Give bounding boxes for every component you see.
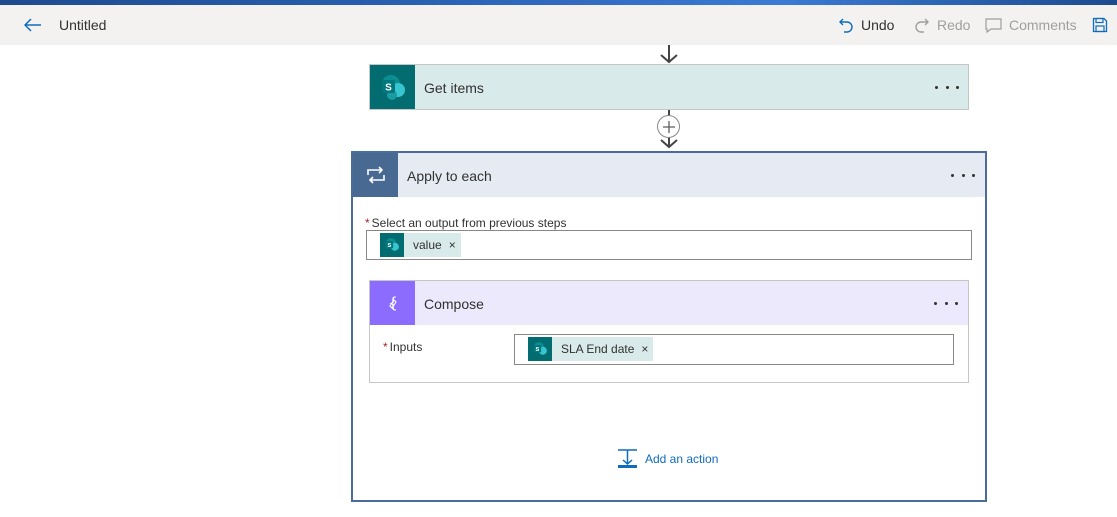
sharepoint-icon: S	[528, 337, 552, 361]
select-output-label: * Select an output from previous steps	[365, 216, 567, 230]
sla-end-date-token[interactable]: S SLA End date ×	[528, 337, 654, 361]
redo-button[interactable]: Redo	[914, 15, 970, 35]
comments-button[interactable]: Comments	[985, 15, 1077, 35]
insert-step-button[interactable]	[657, 115, 680, 138]
inputs-field[interactable]: S SLA End date ×	[514, 334, 954, 365]
redo-icon	[915, 18, 929, 33]
remove-token-icon[interactable]: ×	[449, 238, 456, 252]
back-button[interactable]	[22, 15, 44, 35]
svg-text:{: {	[388, 294, 398, 312]
value-token[interactable]: S value ×	[380, 233, 461, 257]
remove-token-icon[interactable]: ×	[641, 342, 648, 356]
comments-label: Comments	[1009, 17, 1077, 33]
compose-more-menu[interactable]	[934, 298, 958, 308]
undo-label: Undo	[861, 17, 895, 33]
arrow-left-icon	[24, 18, 41, 32]
sharepoint-icon: S	[370, 65, 415, 109]
apply-to-each-header[interactable]: Apply to each	[353, 153, 985, 197]
inputs-label: * Inputs	[383, 340, 423, 354]
add-action-icon	[618, 449, 637, 468]
get-items-title: Get items	[424, 80, 484, 96]
required-marker: *	[365, 216, 370, 230]
compose-title: Compose	[424, 296, 484, 312]
compose-icon: {	[370, 281, 415, 325]
apply-to-each-title: Apply to each	[407, 168, 492, 184]
loop-icon	[353, 153, 398, 197]
save-button[interactable]	[1092, 15, 1115, 35]
svg-text:S: S	[388, 243, 392, 249]
redo-label: Redo	[937, 17, 971, 33]
add-an-action-label: Add an action	[645, 452, 719, 466]
add-an-action-button[interactable]: Add an action	[617, 448, 718, 470]
required-marker: *	[383, 340, 388, 354]
select-output-input[interactable]: S value ×	[366, 230, 972, 260]
compose-header[interactable]: { Compose	[370, 281, 968, 325]
get-items-card[interactable]: S Get items	[369, 64, 969, 110]
save-icon	[1092, 17, 1108, 33]
compose-card: { Compose	[369, 280, 969, 383]
apply-to-each-more-menu[interactable]	[951, 170, 975, 180]
svg-text:S: S	[385, 83, 392, 94]
comment-icon	[985, 17, 1002, 33]
sharepoint-icon: S	[380, 233, 404, 257]
value-token-label: value	[413, 238, 442, 252]
flow-title: Untitled	[59, 17, 107, 33]
plus-icon	[662, 120, 675, 133]
connector-arrow-icon	[660, 45, 678, 64]
undo-icon	[839, 18, 853, 33]
command-bar: Untitled Undo Redo Comments	[0, 5, 1117, 45]
sla-end-date-token-label: SLA End date	[561, 342, 635, 356]
get-items-more-menu[interactable]	[935, 82, 959, 92]
undo-button[interactable]: Undo	[838, 15, 894, 35]
svg-text:S: S	[536, 347, 540, 353]
